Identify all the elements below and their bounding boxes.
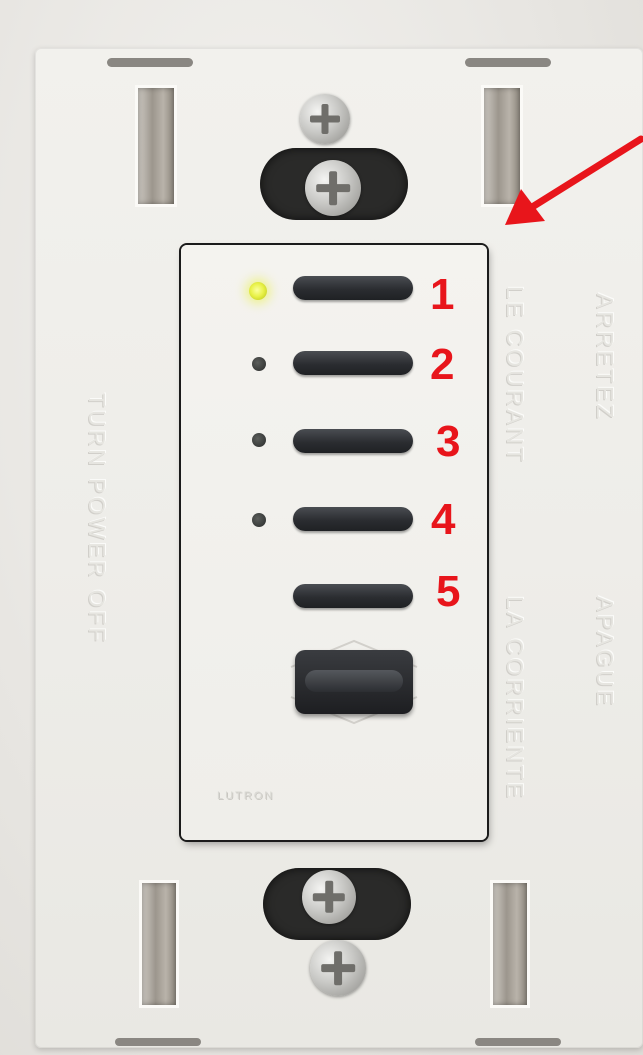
- led-indicator-2: [252, 357, 266, 371]
- mount-slot-top-left: [135, 85, 177, 207]
- annotation-number-4: 4: [431, 495, 456, 544]
- plate-top-notch-right: [465, 58, 551, 67]
- embossed-text-right-2: LE COURANT: [502, 286, 528, 465]
- raise-lower-button-inset: [305, 670, 403, 692]
- red-arrow-icon: [505, 135, 643, 225]
- annotation-number-1: 1: [430, 270, 455, 319]
- embossed-text-right-4: LA CORRIENTE: [502, 596, 528, 801]
- screw-icon: [310, 940, 366, 996]
- plate-bottom-notch-left: [115, 1038, 201, 1046]
- embossed-text-right-3: APAGUE: [592, 596, 618, 709]
- brand-logo: LUTRON: [217, 790, 275, 802]
- scene-button-4[interactable]: [293, 507, 413, 531]
- screw-icon: [302, 870, 356, 924]
- screw-icon: [300, 94, 350, 144]
- annotation-number-3: 3: [436, 417, 461, 466]
- scene-button-3[interactable]: [293, 429, 413, 453]
- led-indicator-4: [252, 513, 266, 527]
- annotation-number-5: 5: [436, 567, 461, 616]
- embossed-text-left: TURN POWER OFF: [84, 393, 110, 645]
- embossed-text-right-1: ARRETEZ: [592, 293, 618, 422]
- scene-button-5[interactable]: [293, 584, 413, 608]
- led-indicator-1: [249, 282, 267, 300]
- plate-top-notch-left: [107, 58, 193, 67]
- mount-slot-bottom-right: [490, 880, 530, 1008]
- raise-lower-button[interactable]: [295, 650, 413, 714]
- mount-slot-bottom-left: [139, 880, 179, 1008]
- led-indicator-3: [252, 433, 266, 447]
- plate-bottom-notch-right: [475, 1038, 561, 1046]
- scene-button-1[interactable]: [293, 276, 413, 300]
- annotation-number-2: 2: [430, 340, 455, 389]
- screw-icon: [305, 160, 361, 216]
- scene-button-2[interactable]: [293, 351, 413, 375]
